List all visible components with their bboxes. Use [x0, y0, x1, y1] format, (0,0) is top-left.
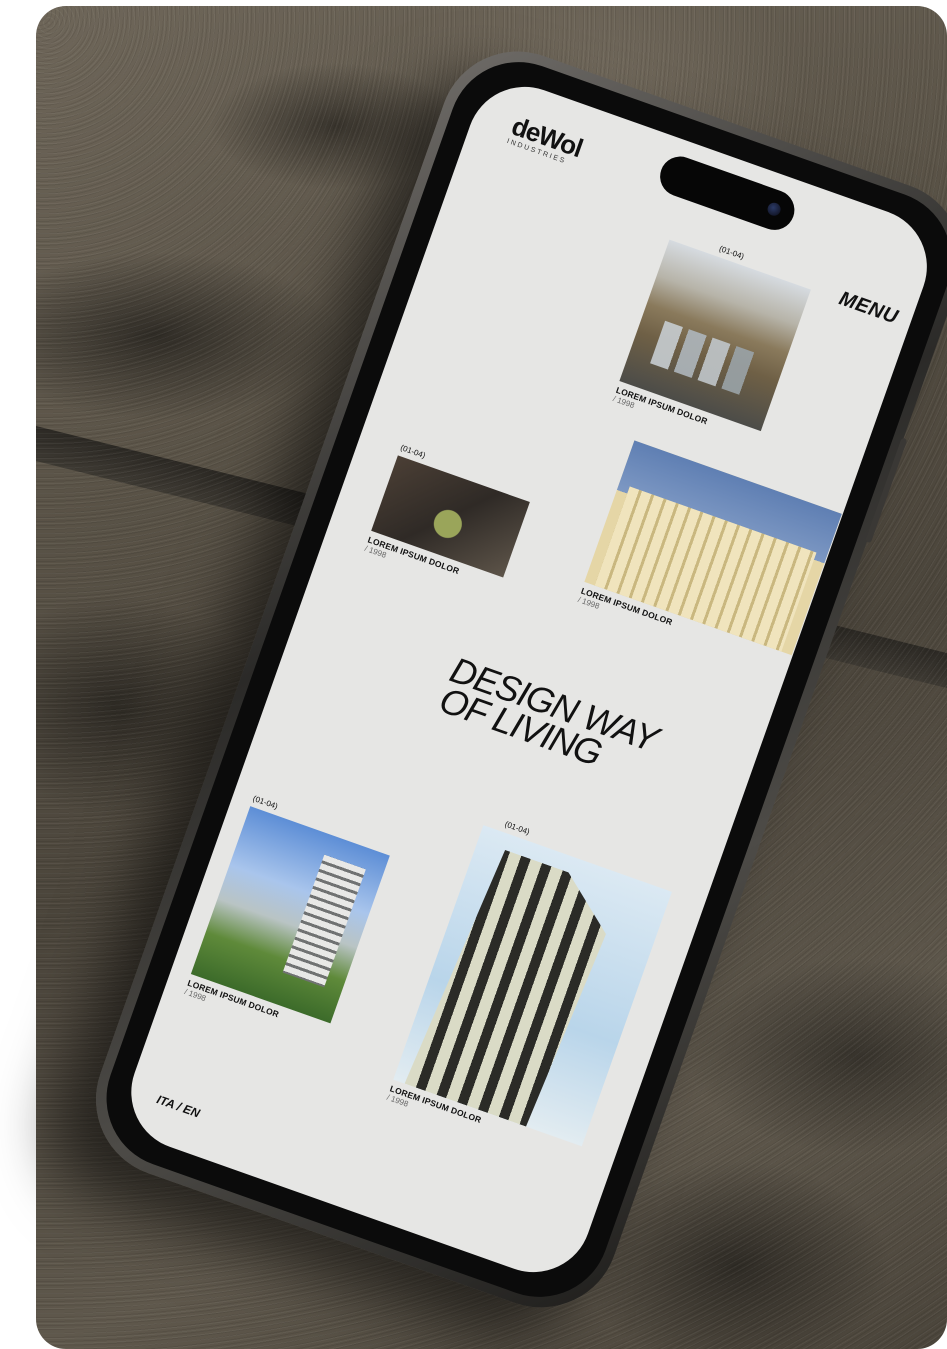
card-image[interactable]	[584, 440, 842, 656]
brand-logo[interactable]: deWol INDUSTRIES	[506, 111, 586, 168]
language-switcher[interactable]: ITA / EN	[155, 1092, 202, 1120]
project-card[interactable]: (01-04) LOREM IPSUM DOLOR / 1998	[364, 443, 535, 599]
camera-icon	[765, 200, 783, 218]
hero-headline: DESIGN WAY OF LIVING	[434, 648, 664, 774]
project-card[interactable]: (01-04) LOREM IPSUM DOLOR / 1998	[183, 794, 394, 1045]
project-card[interactable]: (01-04) LOREM IPSUM DOLOR / 1998	[612, 227, 815, 452]
menu-button[interactable]: MENU	[836, 287, 901, 329]
project-card[interactable]: LOREM IPSUM DOLOR / 1998	[577, 440, 842, 677]
dynamic-island	[654, 151, 800, 236]
project-card[interactable]: (01-04) LOREM IPSUM DOLOR / 1998	[386, 813, 677, 1168]
